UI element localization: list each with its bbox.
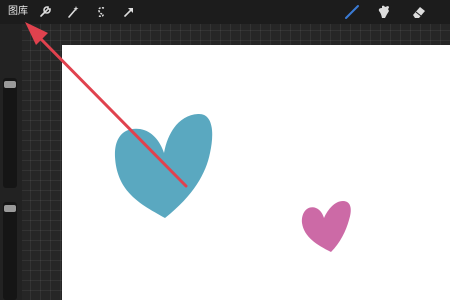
brush-size-slider[interactable] <box>3 78 17 188</box>
sidebar <box>0 24 22 300</box>
transform-button[interactable] <box>120 3 138 21</box>
adjustments-button[interactable] <box>64 3 82 21</box>
brush-tool-button[interactable] <box>343 3 361 21</box>
brush-icon <box>344 4 360 20</box>
eraser-tool-button[interactable] <box>410 3 428 21</box>
eraser-icon <box>411 4 427 20</box>
smudge-tool-button[interactable] <box>375 3 393 21</box>
actions-wrench-button[interactable] <box>36 3 54 21</box>
blue-heart-shape <box>114 113 213 218</box>
opacity-slider[interactable] <box>3 202 17 300</box>
top-toolbar: 图库 <box>0 0 450 24</box>
drawing-canvas[interactable] <box>62 45 450 300</box>
selection-s-icon <box>94 5 108 19</box>
smudge-icon <box>376 4 392 20</box>
brush-size-thumb[interactable] <box>4 81 16 88</box>
selection-button[interactable] <box>92 3 110 21</box>
wrench-icon <box>38 5 52 19</box>
gallery-button[interactable]: 图库 <box>6 4 30 20</box>
pink-heart-shape <box>301 201 351 252</box>
magic-wand-icon <box>66 5 80 19</box>
transform-arrow-icon <box>122 5 136 19</box>
opacity-thumb[interactable] <box>4 205 16 212</box>
